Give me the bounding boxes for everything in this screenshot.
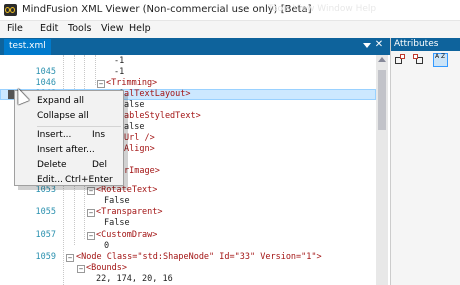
menu-item-expand-all[interactable]: Expand all xyxy=(15,94,123,109)
scroll-up-icon[interactable] xyxy=(378,57,386,62)
code-line: <Transparent> xyxy=(96,207,163,217)
code-line: 22, 174, 20, 16 xyxy=(96,274,173,284)
menu-edit[interactable]: Edit xyxy=(40,23,58,34)
collapse-toggle-icon[interactable]: − xyxy=(77,265,85,273)
menu-item-label: Collapse all xyxy=(37,111,89,121)
menu-item-insert-after[interactable]: Insert after... xyxy=(15,143,123,158)
menu-item-label: Expand all xyxy=(37,96,85,106)
menu-separator xyxy=(37,126,121,127)
menu-item-label: Edit... xyxy=(37,175,64,185)
menu-bar: File Edit Tools View Help xyxy=(0,21,460,38)
code-line: <Node Class="std:ShapeNode" Id="33" Vers… xyxy=(76,252,322,262)
menu-item-label: Insert after... xyxy=(37,145,95,155)
attributes-panel-title: Attributes xyxy=(391,38,460,51)
code-line: ableStyledText> xyxy=(124,111,201,121)
menu-item-edit[interactable]: Edit... Ctrl+Enter xyxy=(15,173,123,188)
collapse-toggle-icon[interactable]: − xyxy=(87,232,95,240)
menu-item-shortcut: Ctrl+Enter xyxy=(65,175,113,185)
menu-view[interactable]: View xyxy=(101,23,124,34)
line-number: 1045 xyxy=(35,67,56,77)
code-line: -1 xyxy=(114,67,125,77)
code-line: alTextLayout> xyxy=(124,89,191,99)
code-line: <CustomDraw> xyxy=(96,230,158,240)
attributes-toolbar: A Z xyxy=(391,51,460,69)
menu-file[interactable]: File xyxy=(7,23,23,34)
code-line: <Trimming> xyxy=(106,78,158,88)
title-bar: MindFusion XML Viewer (Non-commercial us… xyxy=(0,0,460,21)
collapse-toggle-icon[interactable]: − xyxy=(66,254,74,262)
background-window-menu: Tools View Window Help xyxy=(268,4,377,14)
code-line: False xyxy=(104,196,130,206)
menu-item-delete[interactable]: Delete Del xyxy=(15,158,123,173)
menu-item-label: Delete xyxy=(37,160,67,170)
line-number: 1057 xyxy=(35,230,56,240)
code-line: -1 xyxy=(114,56,125,66)
menu-item-collapse-all[interactable]: Collapse all xyxy=(15,109,123,124)
app-logo-icon xyxy=(4,4,17,16)
code-line: Url /> xyxy=(124,133,155,143)
remove-attribute-icon[interactable] xyxy=(413,54,426,66)
close-icon[interactable]: ✕ xyxy=(373,39,385,50)
code-line: False xyxy=(104,218,130,228)
add-attribute-icon[interactable] xyxy=(395,54,408,66)
code-line: rImage> xyxy=(124,166,160,176)
menu-item-shortcut: Del xyxy=(92,160,107,170)
collapse-toggle-icon[interactable]: − xyxy=(97,80,105,88)
menu-item-shortcut: Ins xyxy=(92,130,106,140)
attributes-panel: Attributes A Z xyxy=(390,38,460,285)
document-tab-strip: test.xml ✕ xyxy=(0,38,390,55)
collapse-toggle-icon[interactable]: − xyxy=(87,209,95,217)
code-line: 0 xyxy=(104,241,110,251)
tab-test-xml[interactable]: test.xml xyxy=(4,39,51,55)
context-menu: Expand all Collapse all Insert... Ins In… xyxy=(14,90,124,186)
indent-guide xyxy=(95,55,96,85)
menu-item-label: Insert... xyxy=(37,130,72,140)
sort-alpha-icon[interactable]: A Z xyxy=(433,53,448,67)
scrollbar-thumb[interactable] xyxy=(378,70,386,130)
menu-help[interactable]: Help xyxy=(129,23,151,34)
menu-tools[interactable]: Tools xyxy=(68,23,91,34)
line-number: 1046 xyxy=(35,78,56,88)
menu-item-insert[interactable]: Insert... Ins xyxy=(15,128,123,143)
line-number: 1055 xyxy=(35,207,56,217)
code-line: Align> xyxy=(124,144,155,154)
code-line: <Bounds> xyxy=(86,263,127,273)
line-number: 1059 xyxy=(35,252,56,262)
pin-icon[interactable] xyxy=(363,43,371,48)
